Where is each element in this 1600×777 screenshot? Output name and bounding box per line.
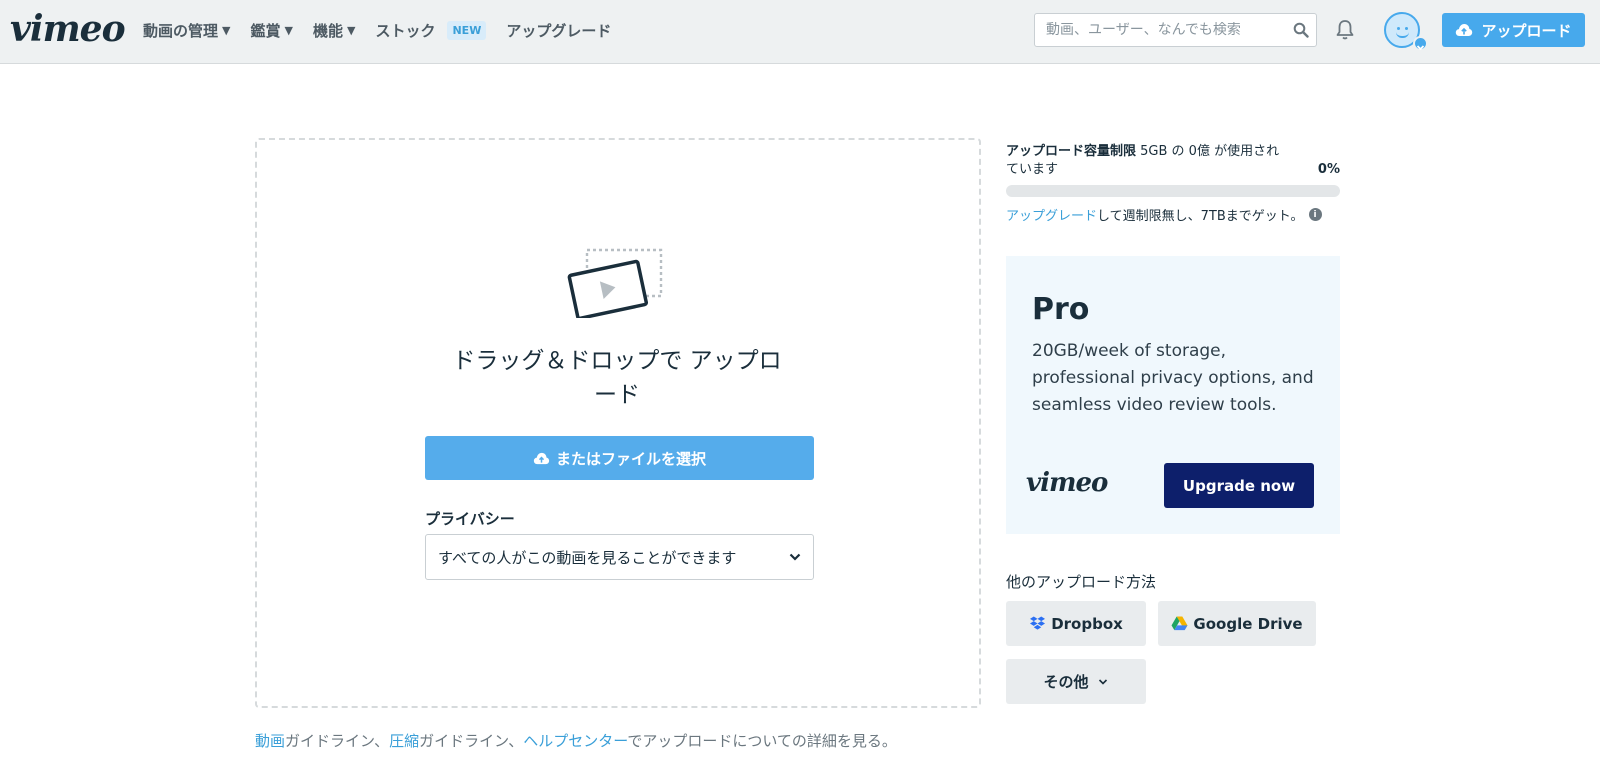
cloud-upload-icon <box>1456 24 1473 36</box>
video-guidelines-link[interactable]: 動画 <box>255 732 285 750</box>
other-methods-title: 他のアップロード方法 <box>1006 573 1157 591</box>
chevron-down-icon: ▼ <box>346 23 356 37</box>
info-icon[interactable]: i <box>1308 208 1322 221</box>
quota-upgrade-text: して週制限無し、7TBまでゲット。 <box>1097 209 1304 224</box>
quota-upgrade-line: アップグレード して週制限無し、7TBまでゲット。 i <box>1006 205 1340 224</box>
vimeo-logo[interactable]: vimeo <box>10 8 126 50</box>
compression-guidelines-link[interactable]: 圧縮 <box>389 732 419 750</box>
avatar-eye <box>1397 27 1400 30</box>
dropbox-label: Dropbox <box>1051 614 1123 633</box>
more-methods-label: その他 <box>1043 673 1089 691</box>
avatar-mouth <box>1396 32 1409 38</box>
quota-percent: 0% <box>1317 162 1340 177</box>
search-box[interactable] <box>1034 13 1317 47</box>
quota-upgrade-link[interactable]: アップグレード <box>1006 205 1097 224</box>
nav-item-features[interactable]: 機能 ▼ <box>313 20 355 41</box>
cloud-upload-icon <box>533 452 550 464</box>
nav-item-label: 動画の管理 <box>143 21 219 40</box>
google-drive-icon <box>1171 616 1188 631</box>
dropbox-button[interactable]: Dropbox <box>1006 601 1146 646</box>
main-nav: 動画の管理 ▼ 鑑賞 ▼ 機能 ▼ ストック NEW アップグレード <box>143 0 631 60</box>
upload-button[interactable]: アップロード <box>1442 13 1585 47</box>
choose-file-label: またはファイルを選択 <box>555 449 706 468</box>
nav-item-upgrade[interactable]: アップグレード <box>506 20 611 41</box>
notifications-bell-icon[interactable] <box>1336 19 1354 45</box>
privacy-select[interactable]: すべての人がこの動画を見ることができます <box>425 534 814 580</box>
search-input[interactable] <box>1035 22 1286 38</box>
upload-button-label: アップロード <box>1481 21 1572 40</box>
top-navigation-bar: vimeo 動画の管理 ▼ 鑑賞 ▼ 機能 ▼ ストック NEW アップグレード <box>0 0 1600 64</box>
upload-dropzone[interactable]: ドラッグ＆ドロップで アップロード またはファイルを選択 プライバシー すべての… <box>255 138 981 708</box>
pro-title: Pro <box>1032 292 1090 327</box>
note-text: ガイドライン、 <box>285 732 390 750</box>
google-drive-button[interactable]: Google Drive <box>1158 601 1316 646</box>
upload-quota: アップロード容量制限 5GB の 0億 が使用されています 0% アップグレード… <box>1006 143 1340 224</box>
choose-file-button[interactable]: またはファイルを選択 <box>425 436 814 480</box>
privacy-label: プライバシー <box>425 510 515 528</box>
nav-item-label: ストック <box>375 21 436 40</box>
privacy-selected-value: すべての人がこの動画を見ることができます <box>438 548 737 567</box>
pro-description: 20GB/week of storage, professional priva… <box>1032 341 1314 415</box>
avatar-eye <box>1405 27 1408 30</box>
new-badge: NEW <box>447 20 487 40</box>
more-methods-button[interactable]: その他 <box>1006 659 1146 704</box>
nav-item-label: アップグレード <box>506 21 612 40</box>
google-drive-label: Google Drive <box>1193 614 1303 633</box>
pro-upsell-card: Pro 20GB/week of storage, professional p… <box>1006 256 1340 534</box>
nav-item-manage-videos[interactable]: 動画の管理 ▼ <box>143 20 230 41</box>
search-icon[interactable] <box>1286 22 1316 38</box>
upload-guidelines-note: 動画ガイドライン、圧縮ガイドライン、ヘルプセンターでアップロードについての詳細を… <box>255 730 897 751</box>
chevron-down-icon: ▼ <box>222 23 231 37</box>
quota-text: アップロード容量制限 5GB の 0億 が使用されています <box>1006 143 1286 179</box>
vimeo-logo: vimeo <box>1026 468 1108 498</box>
chevron-down-icon <box>1098 678 1107 685</box>
nav-item-label: 機能 <box>312 21 343 40</box>
account-menu-chevron-icon[interactable] <box>1413 36 1428 51</box>
upgrade-now-button[interactable]: Upgrade now <box>1164 463 1314 508</box>
nav-item-watch[interactable]: 鑑賞 ▼ <box>250 20 292 41</box>
note-text: でアップロードについての詳細を見る。 <box>627 732 897 750</box>
nav-item-label: 鑑賞 <box>250 21 281 40</box>
chevron-down-icon: ▼ <box>284 23 293 37</box>
dropbox-icon <box>1030 616 1046 630</box>
quota-label: アップロード容量制限 <box>1006 144 1137 159</box>
help-center-link[interactable]: ヘルプセンター <box>523 732 627 750</box>
video-file-icon <box>567 248 667 322</box>
chevron-down-icon <box>789 553 801 561</box>
dropzone-title: ドラッグ＆ドロップで アップロード <box>452 348 782 408</box>
note-text: ガイドライン、 <box>419 732 524 750</box>
quota-progress-bar <box>1006 185 1340 197</box>
nav-item-stock[interactable]: ストック NEW <box>375 20 487 41</box>
